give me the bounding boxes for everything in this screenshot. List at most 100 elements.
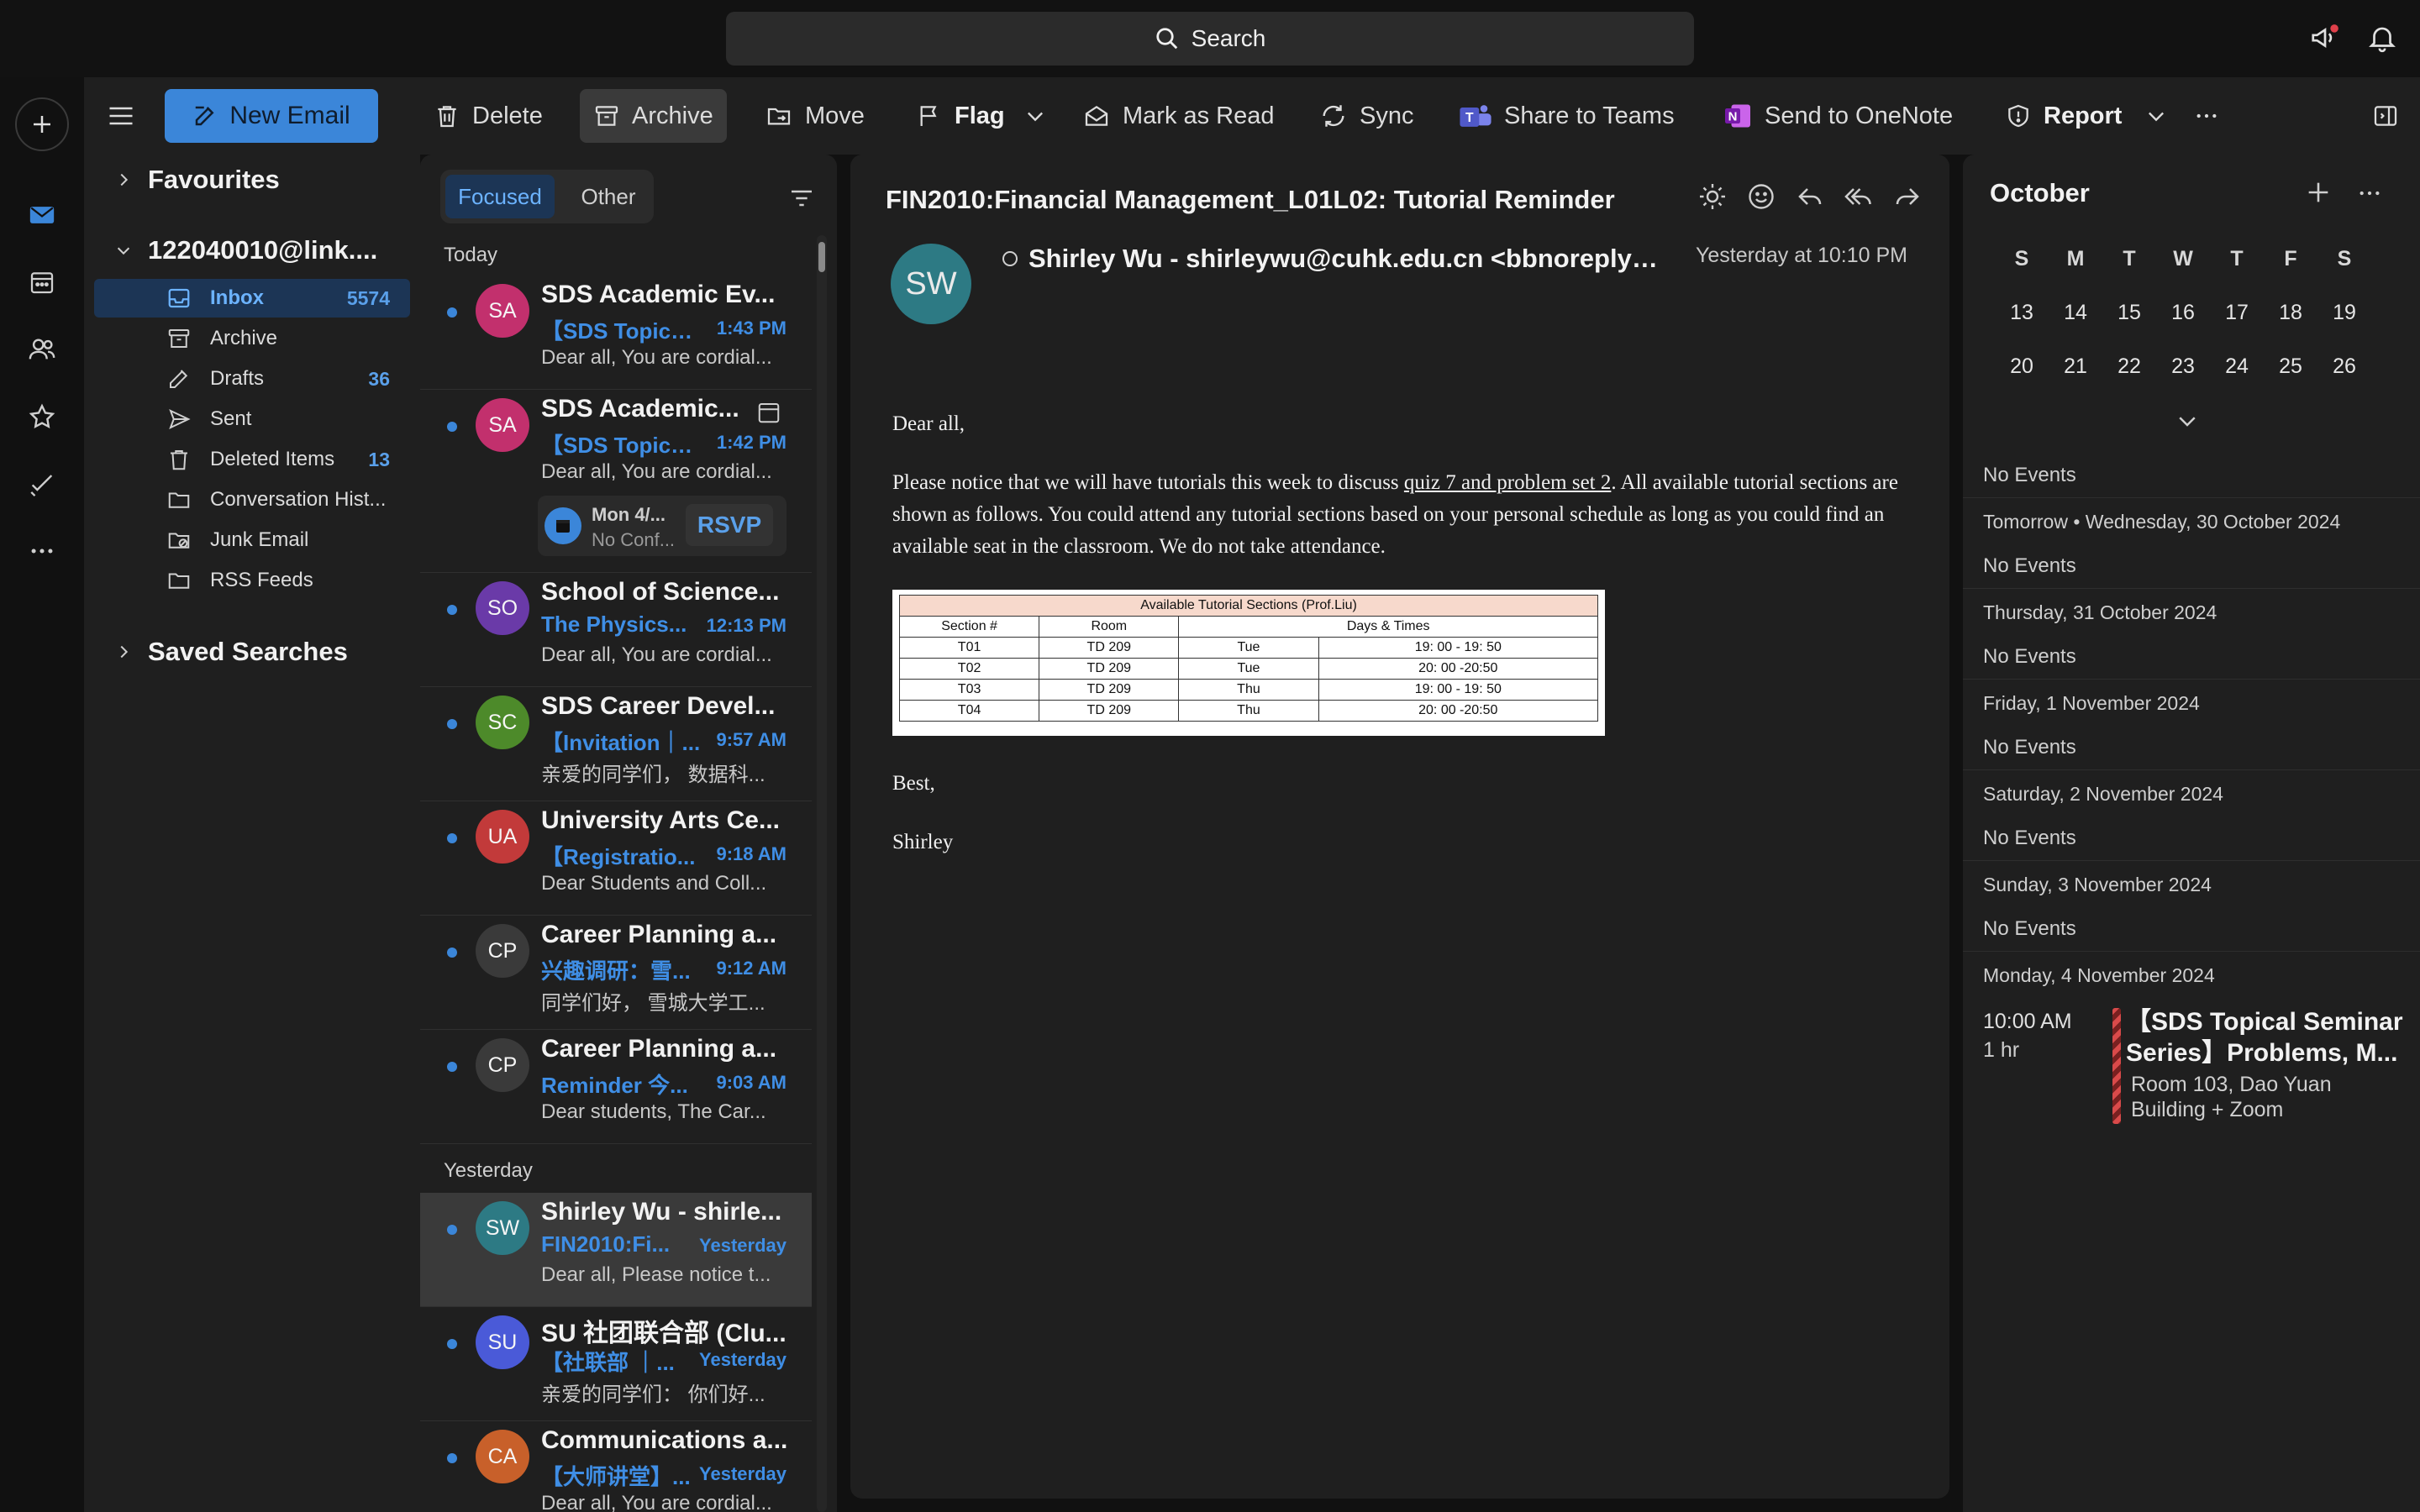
calendar-day[interactable]: 25 bbox=[2264, 354, 2317, 379]
message-item[interactable]: SO School of Science... The Physics... 1… bbox=[420, 573, 812, 687]
folder-inbox[interactable]: Inbox 5574 bbox=[94, 279, 410, 318]
calendar-icon[interactable] bbox=[18, 259, 66, 306]
tab-other[interactable]: Other bbox=[566, 175, 650, 218]
report-button[interactable]: Report bbox=[1991, 89, 2135, 143]
chevron-down-icon[interactable] bbox=[2175, 408, 2200, 433]
divider bbox=[1963, 769, 2420, 770]
trash-icon bbox=[166, 447, 192, 472]
calendar-week-row: 20 21 22 23 24 25 26 bbox=[1995, 354, 2371, 379]
archive-button[interactable]: Archive bbox=[580, 89, 727, 143]
share-to-teams-button[interactable]: T Share to Teams bbox=[1445, 89, 1688, 143]
sync-button[interactable]: Sync bbox=[1306, 89, 1427, 143]
message-item[interactable]: SA SDS Academic... 【SDS Topical... 1:42 … bbox=[420, 390, 812, 573]
tab-focused[interactable]: Focused bbox=[445, 175, 555, 218]
reply-all-icon[interactable] bbox=[1844, 181, 1874, 212]
account-header[interactable]: 122040010@link.... bbox=[114, 235, 377, 265]
message-item[interactable]: SU SU 社团联合部 (Clu... 【社联部 ｜... Yesterday … bbox=[420, 1307, 812, 1421]
sender-line[interactable]: Shirley Wu - shirleywu@cuhk.edu.cn <bbno… bbox=[1000, 244, 1664, 274]
reply-icon[interactable] bbox=[1795, 181, 1825, 212]
calendar-day[interactable]: 17 bbox=[2210, 301, 2264, 325]
calendar-day[interactable]: 15 bbox=[2102, 301, 2156, 325]
calendar-day[interactable]: 20 bbox=[1995, 354, 2049, 379]
folder-junk-email[interactable]: Junk Email bbox=[94, 521, 410, 559]
new-item-button[interactable] bbox=[15, 97, 69, 151]
deleted-count: 13 bbox=[368, 448, 390, 470]
sun-icon[interactable] bbox=[1697, 181, 1728, 212]
todo-icon[interactable] bbox=[18, 460, 66, 507]
avatar: CP bbox=[476, 924, 529, 978]
calendar-day[interactable]: 16 bbox=[2156, 301, 2210, 325]
message-subject: 【Registratio... bbox=[541, 844, 696, 869]
avatar: UA bbox=[476, 810, 529, 864]
calendar-day[interactable]: 24 bbox=[2210, 354, 2264, 379]
message-time: Yesterday bbox=[699, 1463, 786, 1484]
message-sender: Career Planning a... bbox=[541, 1035, 777, 1063]
search-box[interactable]: Search bbox=[726, 12, 1694, 66]
rsvp-button[interactable]: RSVP bbox=[686, 504, 773, 546]
message-item[interactable]: CP Career Planning a... 兴趣调研：雪... 9:12 A… bbox=[420, 916, 812, 1030]
message-time: 9:03 AM bbox=[716, 1072, 786, 1093]
message-item[interactable]: SA SDS Academic Ev... 【SDS Topical... 1:… bbox=[420, 276, 812, 390]
folder-label: Archive bbox=[210, 327, 278, 349]
plus-icon[interactable] bbox=[2304, 178, 2333, 207]
message-item-selected[interactable]: SW Shirley Wu - shirle... FIN2010:Fi... … bbox=[420, 1193, 812, 1307]
folder-archive[interactable]: Archive bbox=[94, 319, 410, 358]
calendar-day[interactable]: 22 bbox=[2102, 354, 2156, 379]
report-options-button[interactable] bbox=[2139, 89, 2173, 143]
event-title[interactable]: 【SDS Topical Seminar Series】Problems, M.… bbox=[2126, 1006, 2403, 1068]
calendar-day[interactable]: 13 bbox=[1995, 301, 2049, 325]
delete-button[interactable]: Delete bbox=[420, 89, 556, 143]
message-item[interactable]: SC SDS Career Devel... 【Invitation｜... 9… bbox=[420, 687, 812, 801]
chevron-right-icon bbox=[114, 171, 133, 189]
new-email-button[interactable]: New Email bbox=[165, 89, 378, 143]
folder-conversation-history[interactable]: Conversation Hist... bbox=[94, 480, 410, 519]
more-icon[interactable] bbox=[2356, 180, 2383, 207]
group-header-yesterday: Yesterday bbox=[444, 1159, 533, 1182]
message-time: Yesterday bbox=[699, 1235, 786, 1256]
flag-options-button[interactable] bbox=[1018, 89, 1052, 143]
search-icon bbox=[1155, 26, 1180, 51]
move-button[interactable]: Move bbox=[751, 89, 878, 143]
folder-drafts[interactable]: Drafts 36 bbox=[94, 360, 410, 398]
message-item[interactable]: CA Communications a... 【大师讲堂】... Yesterd… bbox=[420, 1421, 812, 1512]
more-apps-icon[interactable] bbox=[18, 528, 66, 575]
agenda-day-header: Saturday, 2 November 2024 bbox=[1983, 783, 2223, 805]
calendar-day[interactable]: 23 bbox=[2156, 354, 2210, 379]
hamburger-icon[interactable] bbox=[106, 101, 136, 131]
folder-sent[interactable]: Sent bbox=[94, 400, 410, 438]
emoji-icon[interactable] bbox=[1746, 181, 1776, 212]
calendar-day[interactable]: 18 bbox=[2264, 301, 2317, 325]
folder-rss-feeds[interactable]: RSS Feeds bbox=[94, 561, 410, 600]
calendar-day[interactable]: 19 bbox=[2317, 301, 2371, 325]
favourites-header[interactable]: Favourites bbox=[114, 165, 280, 195]
sender-avatar[interactable]: SW bbox=[891, 244, 971, 324]
no-events-label: No Events bbox=[1983, 464, 2076, 486]
svg-text:T: T bbox=[1465, 111, 1474, 125]
scrollbar-thumb[interactable] bbox=[818, 242, 825, 272]
message-item[interactable]: UA University Arts Ce... 【Registratio...… bbox=[420, 801, 812, 916]
table-cell: Tue bbox=[1178, 637, 1319, 659]
message-list-scrollbar[interactable] bbox=[817, 235, 827, 1512]
calendar-day[interactable]: 21 bbox=[2049, 354, 2102, 379]
people-icon[interactable] bbox=[18, 326, 66, 373]
more-commands-button[interactable] bbox=[2188, 89, 2225, 143]
whats-new-icon[interactable] bbox=[2309, 22, 2341, 54]
filter-icon[interactable] bbox=[788, 185, 815, 212]
mark-as-read-button[interactable]: Mark as Read bbox=[1069, 89, 1288, 143]
bell-icon[interactable] bbox=[2366, 22, 2398, 54]
saved-searches-header[interactable]: Saved Searches bbox=[114, 637, 348, 667]
send-to-onenote-button[interactable]: N Send to OneNote bbox=[1709, 89, 1966, 143]
account-label: 122040010@link.... bbox=[148, 235, 378, 265]
table-cell: TD 209 bbox=[1039, 700, 1180, 722]
divider bbox=[1963, 951, 2420, 952]
toggle-pane-button[interactable] bbox=[2366, 89, 2405, 143]
star-icon[interactable] bbox=[18, 393, 66, 440]
calendar-day[interactable]: 26 bbox=[2317, 354, 2371, 379]
folder-deleted-items[interactable]: Deleted Items 13 bbox=[94, 440, 410, 479]
email-date: Yesterday at 10:10 PM bbox=[1695, 244, 1907, 267]
calendar-day[interactable]: 14 bbox=[2049, 301, 2102, 325]
message-item[interactable]: CP Career Planning a... Reminder 今... 9:… bbox=[420, 1030, 812, 1144]
forward-icon[interactable] bbox=[1892, 181, 1923, 212]
flag-button[interactable]: Flag bbox=[902, 89, 1018, 143]
mail-icon[interactable] bbox=[18, 192, 66, 239]
